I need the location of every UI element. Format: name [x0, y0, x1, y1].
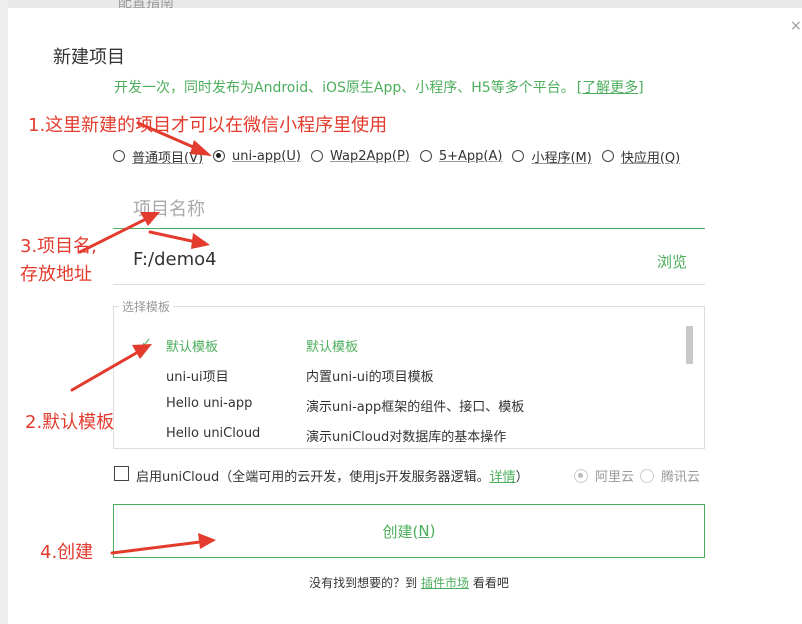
subtitle-text: 开发一次，同时发布为Android、iOS原生App、小程序、H5等多个平台。: [114, 80, 575, 96]
template-name: 默认模板: [166, 340, 219, 355]
create-label-end: ): [429, 522, 436, 540]
radio-aliyun[interactable]: 阿里云: [574, 466, 634, 485]
radio-wap2app[interactable]: Wap2App(P): [310, 148, 410, 164]
footer-suffix: 看看吧: [469, 576, 509, 590]
template-legend: 选择模板: [119, 298, 174, 315]
template-desc: 演示uniCloud对数据库的基本操作: [306, 430, 507, 445]
radio-label: uni-app(U): [232, 148, 301, 164]
background-window-top: 配置指南: [0, 0, 802, 11]
radio-tencent-cloud[interactable]: 腾讯云: [640, 466, 700, 485]
provider-label: 腾讯云: [661, 470, 701, 485]
radio-label: 快应用(Q): [620, 150, 681, 166]
radio-button-icon: [601, 150, 614, 162]
dialog-title: 新建项目: [53, 47, 125, 68]
template-name: uni-ui项目: [166, 370, 229, 385]
create-shortcut-key: N: [418, 522, 430, 540]
enable-unicloud-checkbox[interactable]: [114, 466, 129, 481]
browse-button[interactable]: 浏览: [657, 251, 687, 272]
template-name: Hello uni-app: [166, 396, 253, 411]
provider-label: 阿里云: [595, 470, 635, 485]
background-window-edge: [0, 0, 8, 624]
learn-more-link[interactable]: [了解更多]: [577, 80, 644, 96]
template-scrollbar[interactable]: [686, 326, 693, 364]
project-type-radio-group: 普通项目(V) uni-app(U) Wap2App(P) 5+App(A) 小…: [113, 146, 690, 166]
radio-button-checked-icon: [213, 150, 226, 162]
radio-button-icon: [310, 150, 323, 162]
template-item-uni-ui[interactable]: uni-ui项目 内置uni-ui的项目模板: [113, 360, 685, 390]
project-name-input[interactable]: [133, 192, 703, 226]
annotation-2: 2.默认模板: [25, 412, 115, 433]
radio-label: 小程序(M): [531, 150, 592, 166]
plugin-market-link[interactable]: 插件市场: [421, 576, 469, 590]
radio-button-icon: [419, 150, 432, 162]
unicloud-label-text: 启用uniCloud（全端可用的云开发，使用js开发服务器逻辑。: [136, 470, 490, 485]
template-item-hello-uni-app[interactable]: Hello uni-app 演示uni-app框架的组件、接口、模板: [113, 390, 685, 420]
footer-hint: 没有找到想要的？到 插件市场 看看吧: [0, 574, 802, 591]
radio-quick-app[interactable]: 快应用(Q): [601, 147, 681, 166]
template-desc: 内置uni-ui的项目模板: [306, 370, 434, 385]
radio-label: 5+App(A): [438, 148, 503, 164]
template-desc: 演示uni-app框架的组件、接口、模板: [306, 400, 525, 415]
path-underline: [113, 284, 705, 285]
unicloud-label: 启用uniCloud（全端可用的云开发，使用js开发服务器逻辑。详情）: [136, 466, 529, 485]
unicloud-label-end: ）: [515, 470, 529, 485]
radio-normal-project[interactable]: 普通项目(V): [113, 147, 203, 166]
radio-button-checked-icon: [574, 468, 588, 483]
template-item-hello-unicloud[interactable]: Hello uniCloud 演示uniCloud对数据库的基本操作: [113, 420, 685, 450]
radio-button-icon: [512, 150, 525, 162]
input-underline: [113, 228, 705, 229]
project-path-field[interactable]: F:/demo4: [133, 249, 217, 270]
annotation-4: 4.创建: [40, 542, 94, 563]
create-button[interactable]: 创建(N): [113, 504, 705, 558]
annotation-3-line2: 存放地址: [20, 264, 92, 285]
template-name: Hello uniCloud: [166, 426, 261, 441]
annotation-1: 1.这里新建的项目才可以在微信小程序里使用: [28, 115, 388, 136]
create-label: 创建(: [382, 522, 419, 541]
close-icon[interactable]: ×: [790, 18, 802, 34]
template-item-default[interactable]: ✓ 默认模板 默认模板: [113, 330, 685, 360]
checkmark-icon: ✓: [141, 336, 152, 351]
radio-mini-program[interactable]: 小程序(M): [512, 147, 592, 166]
radio-button-icon: [113, 150, 125, 162]
annotation-3-line1: 3.项目名,: [20, 236, 97, 257]
radio-5plus-app[interactable]: 5+App(A): [419, 148, 503, 164]
unicloud-details-link[interactable]: 详情: [490, 470, 516, 485]
footer-prefix: 没有找到想要的？到: [309, 576, 421, 590]
radio-label: 普通项目(V): [132, 150, 204, 166]
radio-button-icon: [640, 468, 654, 483]
radio-uni-app[interactable]: uni-app(U): [213, 149, 301, 164]
dialog-subtitle: 开发一次，同时发布为Android、iOS原生App、小程序、H5等多个平台。[…: [114, 77, 644, 97]
radio-label: Wap2App(P): [329, 148, 410, 164]
template-desc: 默认模板: [306, 340, 359, 355]
